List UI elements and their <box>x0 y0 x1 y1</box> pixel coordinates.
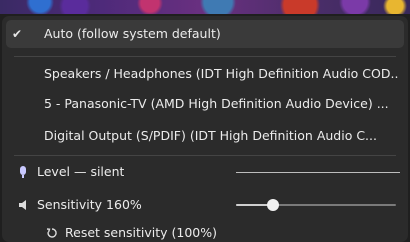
sensitivity-label: Sensitivity 160% <box>37 197 142 212</box>
menu-item-device[interactable]: 5 - Panasonic-TV (AMD High Definition Au… <box>6 90 404 118</box>
slider-thumb[interactable] <box>266 199 279 211</box>
menu-item-device[interactable]: Digital Output (S/PDIF) (IDT High Defini… <box>6 122 404 150</box>
device-label: Digital Output (S/PDIF) (IDT High Defini… <box>44 128 377 143</box>
menu-item-device[interactable]: Speakers / Headphones (IDT High Definiti… <box>6 60 404 88</box>
level-label: Level — silent <box>37 164 125 179</box>
level-meter-row: Level — silent <box>6 158 404 186</box>
menu-item-reset[interactable]: Reset sensitivity (100%) <box>6 219 404 242</box>
reset-label: Reset sensitivity (100%) <box>65 225 218 240</box>
menu-item-auto-label: Auto (follow system default) <box>44 26 221 41</box>
background-artwork <box>0 0 410 14</box>
reset-icon <box>46 219 58 242</box>
device-label: Speakers / Headphones (IDT High Definiti… <box>44 66 398 81</box>
level-meter <box>236 172 400 173</box>
check-icon: ✔ <box>12 27 23 41</box>
device-label: 5 - Panasonic-TV (AMD High Definition Au… <box>44 96 389 111</box>
separator <box>14 155 396 156</box>
sensitivity-row: Sensitivity 160% <box>6 191 404 219</box>
menu-item-auto[interactable]: ✔ Auto (follow system default) <box>6 20 404 48</box>
speaker-icon <box>18 191 30 219</box>
separator <box>14 56 396 57</box>
audio-device-menu: ✔ Auto (follow system default) Speakers … <box>2 16 408 242</box>
microphone-icon <box>18 158 28 186</box>
sensitivity-slider[interactable] <box>236 191 396 219</box>
